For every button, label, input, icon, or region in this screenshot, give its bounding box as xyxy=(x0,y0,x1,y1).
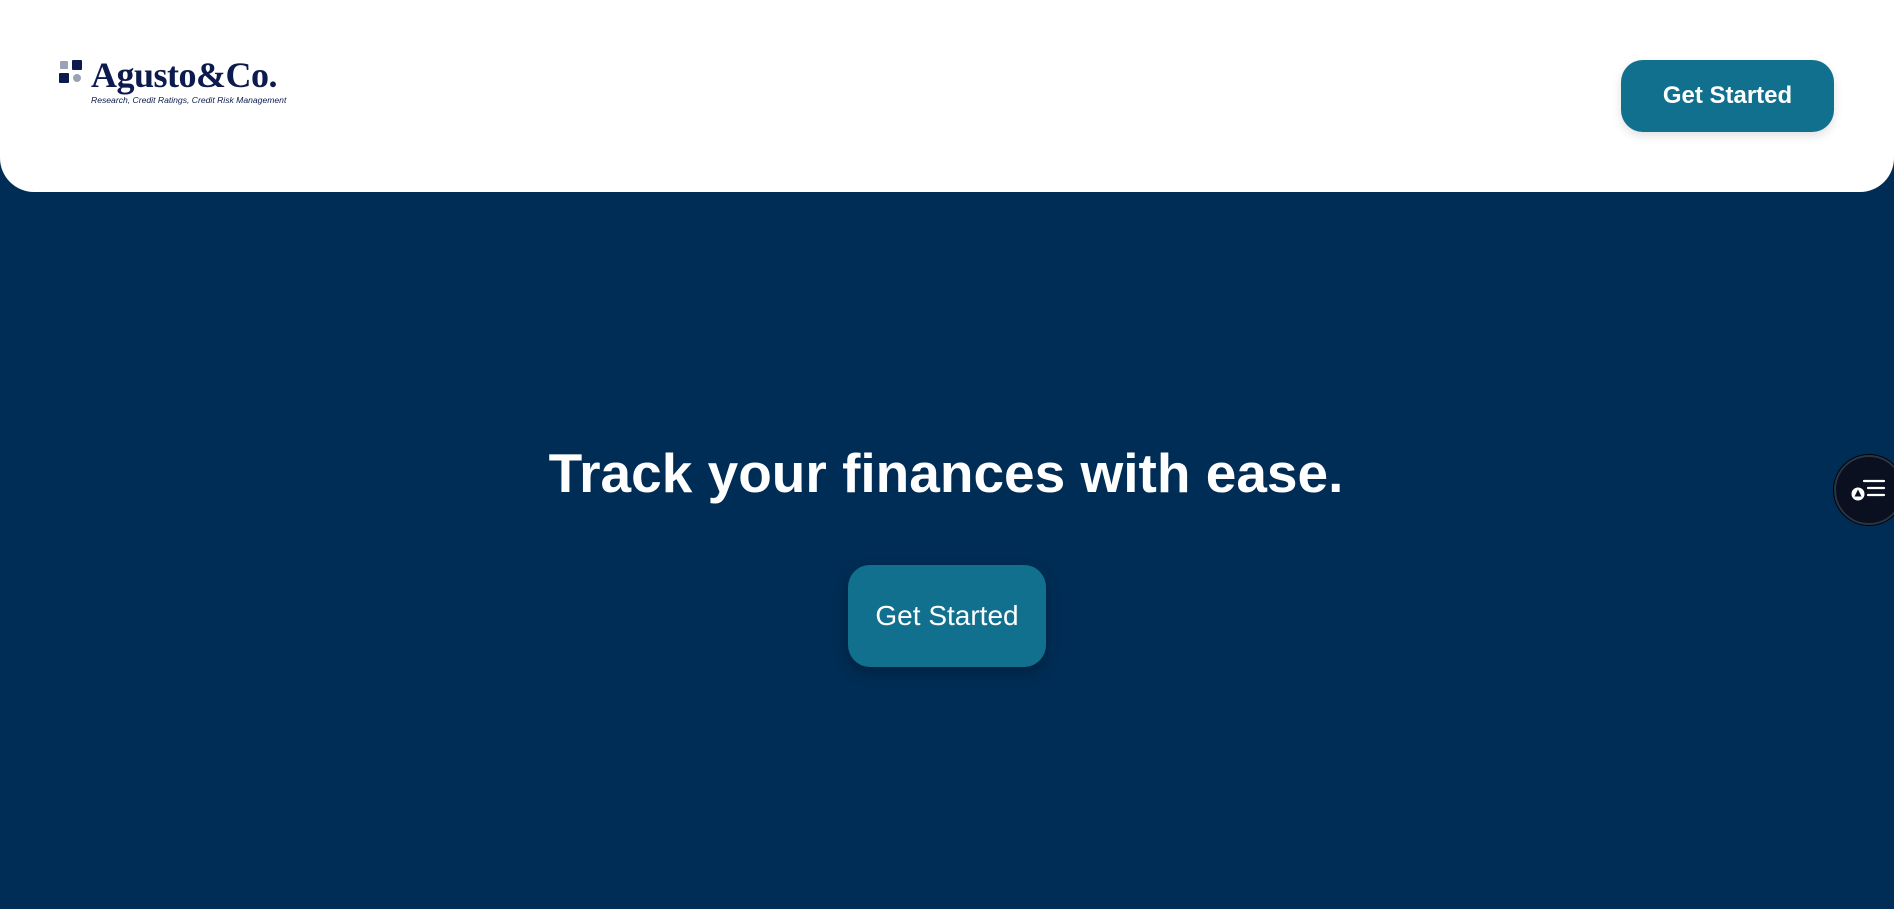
landing-page: Agusto&Co. Research, Credit Ratings, Cre… xyxy=(0,0,1894,909)
hero-get-started-button[interactable]: Get Started xyxy=(848,565,1046,667)
logo-mark-icon xyxy=(59,60,85,86)
site-header: Agusto&Co. Research, Credit Ratings, Cre… xyxy=(0,0,1894,192)
header-get-started-button[interactable]: Get Started xyxy=(1621,60,1834,132)
accessibility-menu-icon xyxy=(1851,479,1886,501)
logo[interactable]: Agusto&Co. Research, Credit Ratings, Cre… xyxy=(59,56,286,108)
hero-title: Track your finances with ease. xyxy=(0,441,1894,505)
hero-title-text: Track your finances with ease. xyxy=(548,442,1344,504)
accessibility-menu-button[interactable] xyxy=(1834,455,1894,525)
logo-tagline: Research, Credit Ratings, Credit Risk Ma… xyxy=(91,95,287,105)
logo-name: Agusto&Co. xyxy=(91,55,278,95)
